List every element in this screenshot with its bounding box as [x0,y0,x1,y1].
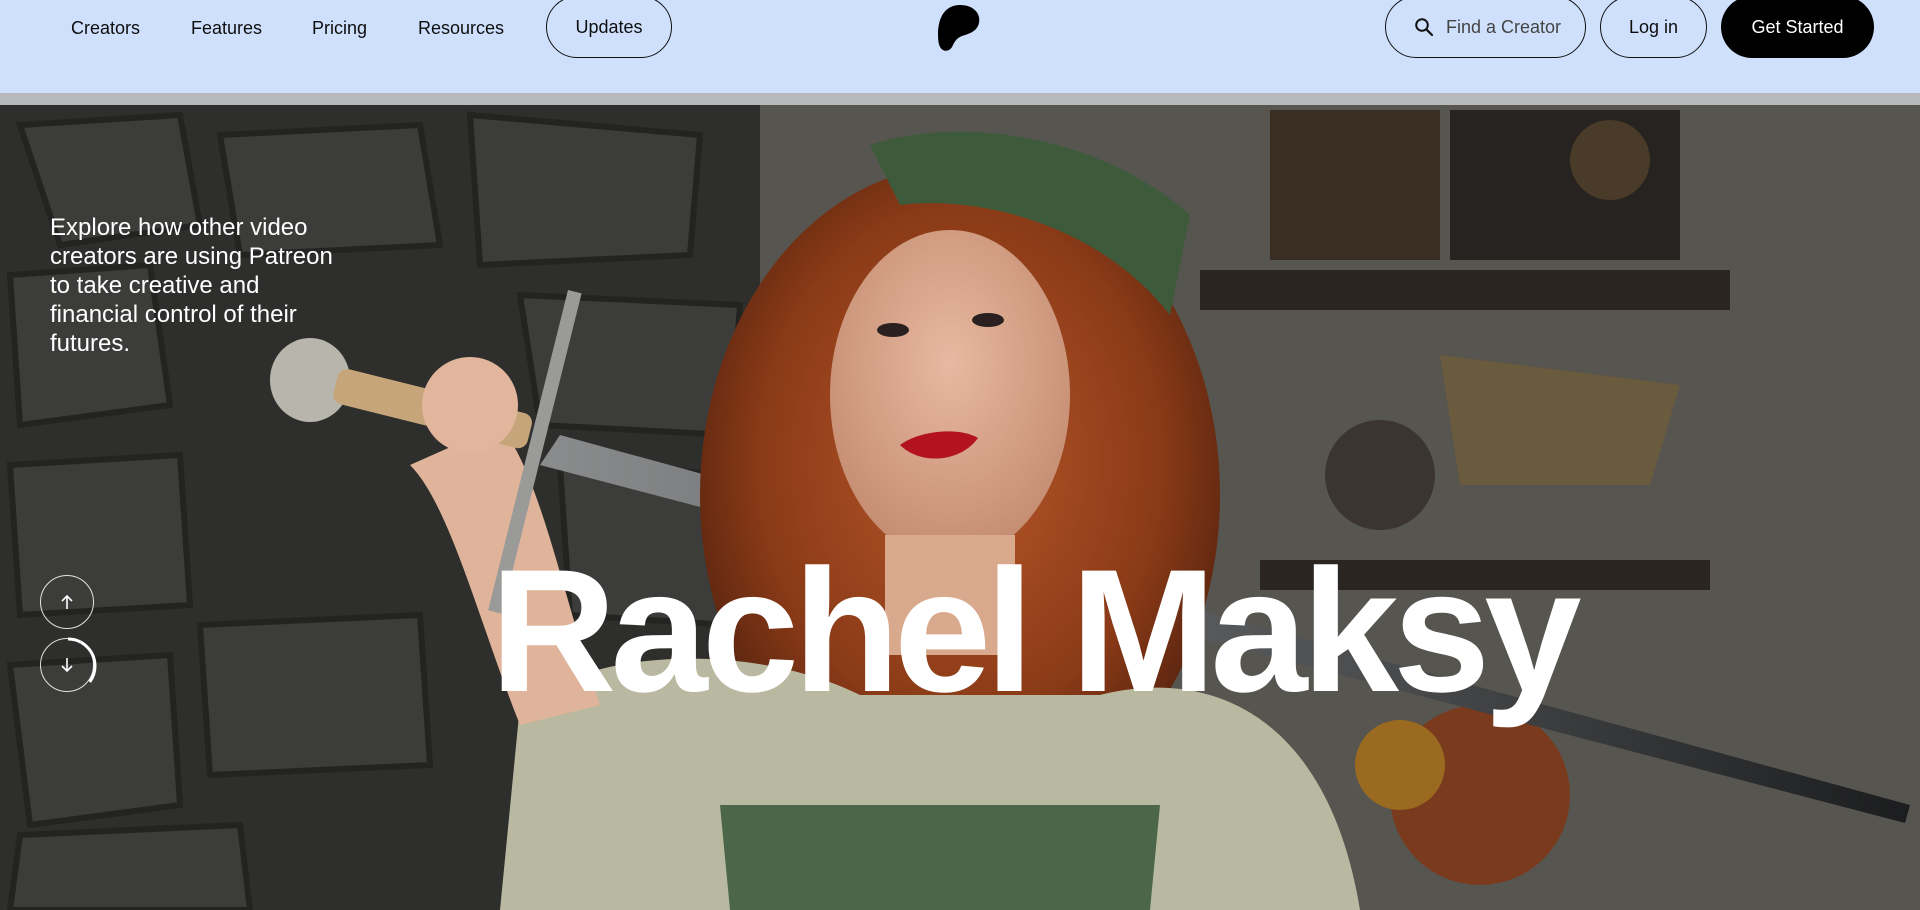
search-field[interactable] [1385,0,1586,58]
carousel-next-button[interactable] [39,637,97,695]
creator-name[interactable]: Rachel Maksy [490,542,1582,722]
search-input[interactable] [1446,16,1566,38]
updates-button[interactable]: Updates [546,0,672,58]
carousel-previous-button[interactable] [40,575,94,629]
patreon-logo-icon[interactable] [936,4,982,52]
login-button[interactable]: Log in [1600,0,1707,58]
nav-link-pricing[interactable]: Pricing [312,16,367,40]
carousel-progress-ring [39,637,97,695]
nav-link-creators[interactable]: Creators [71,16,140,40]
top-navigation: Creators Features Pricing Resources Upda… [0,0,1920,93]
nav-link-features[interactable]: Features [191,16,262,40]
arrow-up-icon [61,594,73,609]
hero-section: Explore how other video creators are usi… [0,105,1920,910]
search-icon [1415,18,1434,37]
nav-link-resources[interactable]: Resources [418,16,504,40]
hero-blurb: Explore how other video creators are usi… [50,214,333,357]
nav-divider [0,93,1920,105]
get-started-button[interactable]: Get Started [1721,0,1874,58]
